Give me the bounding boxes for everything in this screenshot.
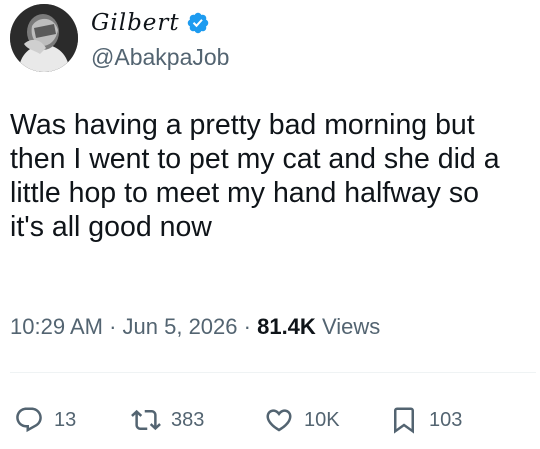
- reply-button[interactable]: 13: [14, 398, 76, 442]
- avatar[interactable]: [10, 4, 78, 72]
- bookmark-icon: [394, 407, 414, 434]
- retweet-count: 383: [171, 408, 205, 431]
- views-count: 81.4K: [257, 314, 316, 339]
- divider: [10, 372, 536, 373]
- verified-badge-icon: [186, 11, 210, 35]
- retweet-icon: [131, 409, 161, 431]
- meta-separator: ·: [243, 314, 251, 339]
- reply-count: 13: [54, 408, 77, 431]
- like-count: 10K: [304, 408, 340, 431]
- tweet-time[interactable]: 10:29 AM: [10, 314, 103, 339]
- retweet-button[interactable]: 383: [131, 398, 204, 442]
- author-display-name[interactable]: Gilbert: [91, 10, 180, 36]
- tweet-card: Gilbert @AbakpaJob Was having a pretty b…: [0, 0, 540, 449]
- bookmark-count: 103: [429, 408, 463, 431]
- tweet-date[interactable]: Jun 5, 2026: [123, 314, 238, 339]
- meta-separator: ·: [109, 314, 117, 339]
- views-label: Views: [321, 314, 381, 339]
- like-button[interactable]: 10K: [264, 398, 340, 442]
- heart-icon: [266, 409, 292, 432]
- author-handle[interactable]: @AbakpaJob: [91, 44, 229, 71]
- action-bar: 13 383 10K 103: [0, 398, 540, 442]
- bookmark-button[interactable]: 103: [389, 398, 462, 442]
- avatar-image: [10, 4, 78, 72]
- tweet-text: Was having a pretty bad morning but then…: [10, 109, 500, 243]
- reply-icon: [16, 407, 42, 433]
- tweet-meta: 10:29 AM · Jun 5, 2026 · 81.4K Views: [10, 314, 380, 340]
- author-name-row[interactable]: Gilbert: [91, 6, 210, 40]
